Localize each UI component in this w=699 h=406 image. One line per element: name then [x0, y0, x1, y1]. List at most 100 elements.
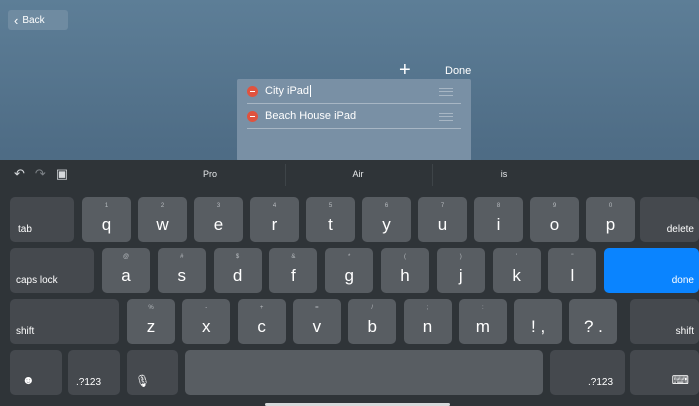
- letter-key-6[interactable]: ) j: [436, 248, 485, 293]
- numbers-key-left[interactable]: .?123: [68, 350, 120, 395]
- letter-key-1[interactable]: 2w: [138, 197, 187, 242]
- key-alt-label: ;: [426, 305, 429, 311]
- dictation-key[interactable]: 🎙: [127, 350, 178, 395]
- letter-key-5[interactable]: 6y: [362, 197, 411, 242]
- reorder-handle-icon[interactable]: [439, 88, 453, 96]
- list-item[interactable]: Beach House iPad: [247, 104, 461, 129]
- key-label: c: [257, 317, 266, 336]
- key-alt-label: ): [459, 254, 462, 260]
- key-alt-label: $: [235, 254, 240, 260]
- letter-key-5[interactable]: ; n: [403, 299, 452, 344]
- letter-key-8[interactable]: 9o: [530, 197, 579, 242]
- key-alt-label: %: [148, 305, 154, 311]
- letter-key-9[interactable]: 0p: [586, 197, 635, 242]
- key-label: u: [437, 215, 448, 234]
- suggestion-1[interactable]: Pro: [190, 169, 230, 179]
- suggestion-3[interactable]: is: [484, 169, 524, 179]
- delete-key[interactable]: delete: [640, 197, 699, 242]
- key-label: x: [202, 317, 211, 336]
- key-alt-label: ': [516, 254, 518, 260]
- letter-key-3[interactable]: = v: [292, 299, 341, 344]
- letter-key-5[interactable]: (h: [381, 248, 429, 293]
- key-label: e: [213, 215, 224, 234]
- letter-key-4[interactable]: * g: [325, 248, 374, 293]
- letter-key-7[interactable]: ! ,: [514, 299, 563, 344]
- key-label: o: [549, 215, 560, 234]
- device-name-input[interactable]: City iPad: [265, 85, 309, 97]
- letter-key-8[interactable]: ? .: [569, 299, 618, 344]
- key-label: z: [146, 317, 156, 336]
- shift-right-key[interactable]: shift: [630, 299, 699, 344]
- key-label: l: [570, 266, 575, 285]
- key-label: q: [101, 215, 112, 234]
- list-item[interactable]: City iPad: [247, 79, 461, 104]
- chevron-left-icon: ‹: [14, 12, 19, 28]
- key-label: a: [121, 266, 131, 285]
- key-label: ! ,: [531, 317, 546, 336]
- key-alt-label: 4: [272, 203, 277, 209]
- key-alt-label: -: [205, 305, 208, 311]
- microphone-icon: 🎙: [135, 374, 151, 388]
- add-button[interactable]: +: [399, 60, 411, 80]
- key-alt-label: 9: [552, 203, 557, 209]
- suggestion-2[interactable]: Air: [338, 169, 378, 179]
- key-label: m: [475, 317, 490, 336]
- letter-key-1[interactable]: # s: [157, 248, 206, 293]
- paste-icon[interactable]: ▣: [56, 166, 68, 182]
- reorder-handle-icon[interactable]: [439, 113, 453, 121]
- undo-icon[interactable]: ↶: [14, 166, 25, 182]
- letter-key-7[interactable]: 8i: [474, 197, 523, 242]
- emoji-key[interactable]: ☻: [10, 350, 62, 395]
- caps-lock-key[interactable]: caps lock: [10, 248, 94, 293]
- done-key[interactable]: done: [604, 248, 699, 293]
- emoji-icon: ☻: [22, 373, 35, 387]
- key-alt-label: @: [122, 254, 130, 260]
- delete-icon[interactable]: [247, 110, 258, 122]
- letter-key-8[interactable]: " l: [548, 248, 597, 293]
- delete-icon[interactable]: [247, 85, 258, 97]
- back-button[interactable]: ‹ Back: [8, 10, 68, 30]
- space-key[interactable]: [185, 350, 543, 395]
- letter-key-2[interactable]: 3e: [194, 197, 243, 242]
- letter-key-7[interactable]: ' k: [492, 248, 541, 293]
- key-alt-label: 6: [384, 203, 389, 209]
- letter-key-2[interactable]: + c: [237, 299, 286, 344]
- key-label: n: [422, 317, 433, 336]
- predictive-bar: ↶ ↷ ▣ Pro Air is: [0, 160, 699, 190]
- tab-key[interactable]: tab: [10, 197, 74, 242]
- key-alt-label: 7: [440, 203, 445, 209]
- key-label: h: [400, 266, 410, 285]
- key-alt-label: ": [571, 254, 574, 260]
- letter-key-4[interactable]: / b: [348, 299, 397, 344]
- done-button[interactable]: Done: [445, 65, 471, 77]
- letter-key-0[interactable]: % z: [127, 299, 175, 344]
- key-alt-label: =: [315, 305, 319, 311]
- key-alt-label: 8: [496, 203, 501, 209]
- letter-key-6[interactable]: 7u: [418, 197, 467, 242]
- key-label: s: [177, 266, 187, 285]
- letter-key-0[interactable]: 1q: [82, 197, 131, 242]
- key-label: p: [605, 215, 616, 234]
- key-label: v: [312, 317, 322, 336]
- letter-key-4[interactable]: 5t: [306, 197, 355, 242]
- letter-key-2[interactable]: $ d: [213, 248, 262, 293]
- letter-key-3[interactable]: 4r: [250, 197, 299, 242]
- letter-key-3[interactable]: & f: [269, 248, 318, 293]
- key-alt-label: 3: [216, 203, 221, 209]
- key-alt-label: 0: [608, 203, 613, 209]
- letter-key-0[interactable]: @ a: [102, 248, 150, 293]
- key-alt-label: 1: [104, 203, 109, 209]
- key-alt-label: &: [291, 254, 296, 260]
- redo-icon[interactable]: ↷: [35, 166, 46, 182]
- key-label: w: [156, 215, 169, 234]
- letter-key-6[interactable]: :m: [458, 299, 507, 344]
- device-name[interactable]: Beach House iPad: [265, 110, 356, 122]
- key-alt-label: :: [481, 305, 484, 311]
- shift-left-key[interactable]: shift: [10, 299, 119, 344]
- key-label: i: [496, 215, 501, 234]
- letter-key-1[interactable]: -x: [182, 299, 231, 344]
- key-label: k: [512, 266, 521, 285]
- hide-keyboard-key[interactable]: ⌨: [630, 350, 699, 395]
- keyboard-dismiss-icon: ⌨: [671, 373, 689, 387]
- numbers-key-right[interactable]: .?123: [550, 350, 625, 395]
